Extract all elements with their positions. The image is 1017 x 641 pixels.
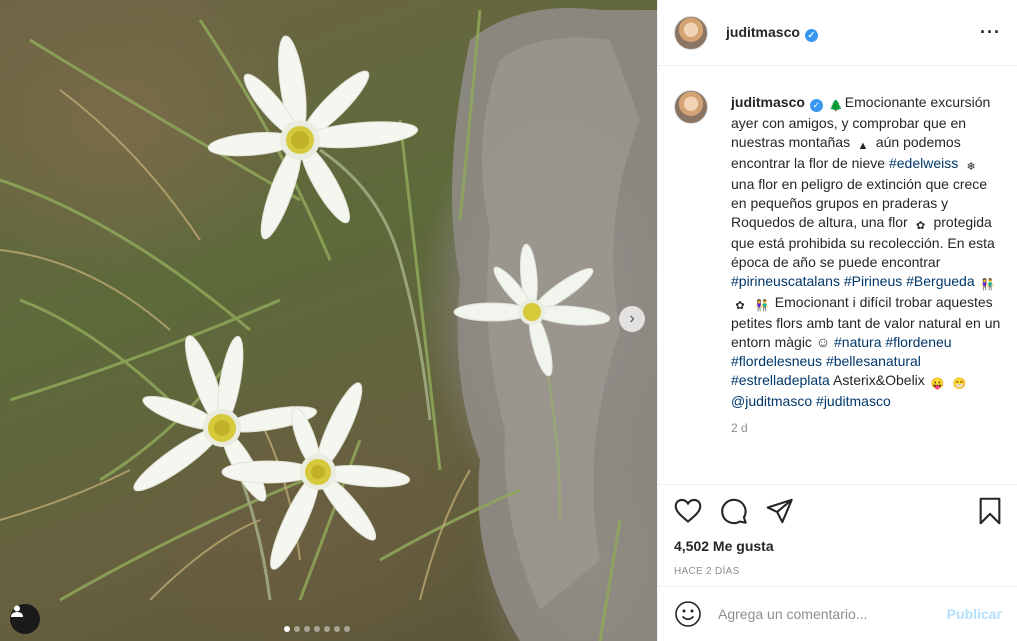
like-count[interactable]: 4,502 Me gusta [674,538,1002,554]
caption-avatar[interactable] [674,90,708,124]
carousel-dot [314,626,320,632]
verified-badge-icon: ✓ [809,99,823,112]
caption-text: juditmasco ✓ 🌲 Emocionante excursión ayer … [731,90,1002,411]
hashtag-link[interactable]: #Bergueda [906,273,975,289]
post-timestamp[interactable]: HACE 2 DÍAS [674,566,1002,577]
couple-icon: 👫 [755,300,769,312]
hashtag-link[interactable]: #bellesanatural [826,353,921,369]
grinning-face-icon: 😁 [952,378,967,390]
snowflake-icon: ❄ [966,161,976,173]
caption-fragment [958,155,962,171]
hashtag-link[interactable]: #edelweiss [889,155,958,171]
chevron-right-icon: › [629,310,635,327]
hashtag-link[interactable]: #flordelesneus [731,353,822,369]
couple-icon: 👫 [980,279,995,291]
tongue-face-icon: 😛 [930,378,945,390]
emoji-icon[interactable] [674,600,702,628]
verified-badge-icon: ✓ [804,28,818,42]
comment-input[interactable] [718,606,947,622]
instagram-post-modal: › juditmasco ✓ ··· juditmasco ✓ 🌲 Emocionan… [0,0,1017,641]
post-actions: 4,502 Me gusta HACE 2 DÍAS [658,484,1017,586]
carousel-dot [294,626,300,632]
carousel-indicator [284,626,350,632]
comment-icon[interactable] [720,497,748,525]
heart-icon[interactable] [674,498,702,524]
caption-timestamp[interactable]: 2 d [731,421,1002,435]
post-caption: juditmasco ✓ 🌲 Emocionante excursión ayer … [658,66,1017,484]
hibiscus-icon: ✿ [735,300,745,312]
caption-fragment [947,372,951,388]
avatar[interactable] [674,15,708,50]
user-tag-icon [11,605,23,617]
hashtag-link[interactable]: #estrelladeplata [731,372,830,388]
hashtag-link[interactable]: #Pirineus [844,273,902,289]
carousel-dot [344,626,350,632]
hibiscus-icon: ✿ [915,220,926,232]
edelweiss-photo-illustration [0,8,657,641]
evergreen-tree-icon: 🌲 [828,100,843,112]
carousel-dot [334,626,340,632]
user-tag-button[interactable] [10,604,40,634]
comment-form: Publicar [658,586,1017,641]
post-sidebar: juditmasco ✓ ··· juditmasco ✓ 🌲 Emocionante… [657,0,1017,641]
caption-fragment [975,273,979,289]
hashtag-link[interactable]: #natura [834,334,881,350]
share-icon[interactable] [766,498,794,524]
mountain-icon: ▲ [857,140,869,152]
hashtag-link[interactable]: #flordeneu [885,334,951,350]
carousel-dot [324,626,330,632]
post-photo[interactable]: › [0,0,657,641]
caption-fragment [749,294,753,310]
publish-button[interactable]: Publicar [947,606,1002,622]
post-header: juditmasco ✓ ··· [658,0,1017,66]
bookmark-icon[interactable] [978,497,1002,525]
caption-fragment: Asterix&Obelix [829,372,929,388]
hashtag-link[interactable]: #pirineuscatalans [731,273,840,289]
caption-username[interactable]: juditmasco [731,94,805,110]
carousel-dot [284,626,290,632]
carousel-next-button[interactable]: › [619,306,645,332]
hashtag-link[interactable]: @juditmasco [731,393,812,409]
hashtag-link[interactable]: #juditmasco [816,393,891,409]
header-username[interactable]: juditmasco ✓ [726,24,818,42]
carousel-dot [304,626,310,632]
more-options-icon[interactable]: ··· [980,22,1001,43]
